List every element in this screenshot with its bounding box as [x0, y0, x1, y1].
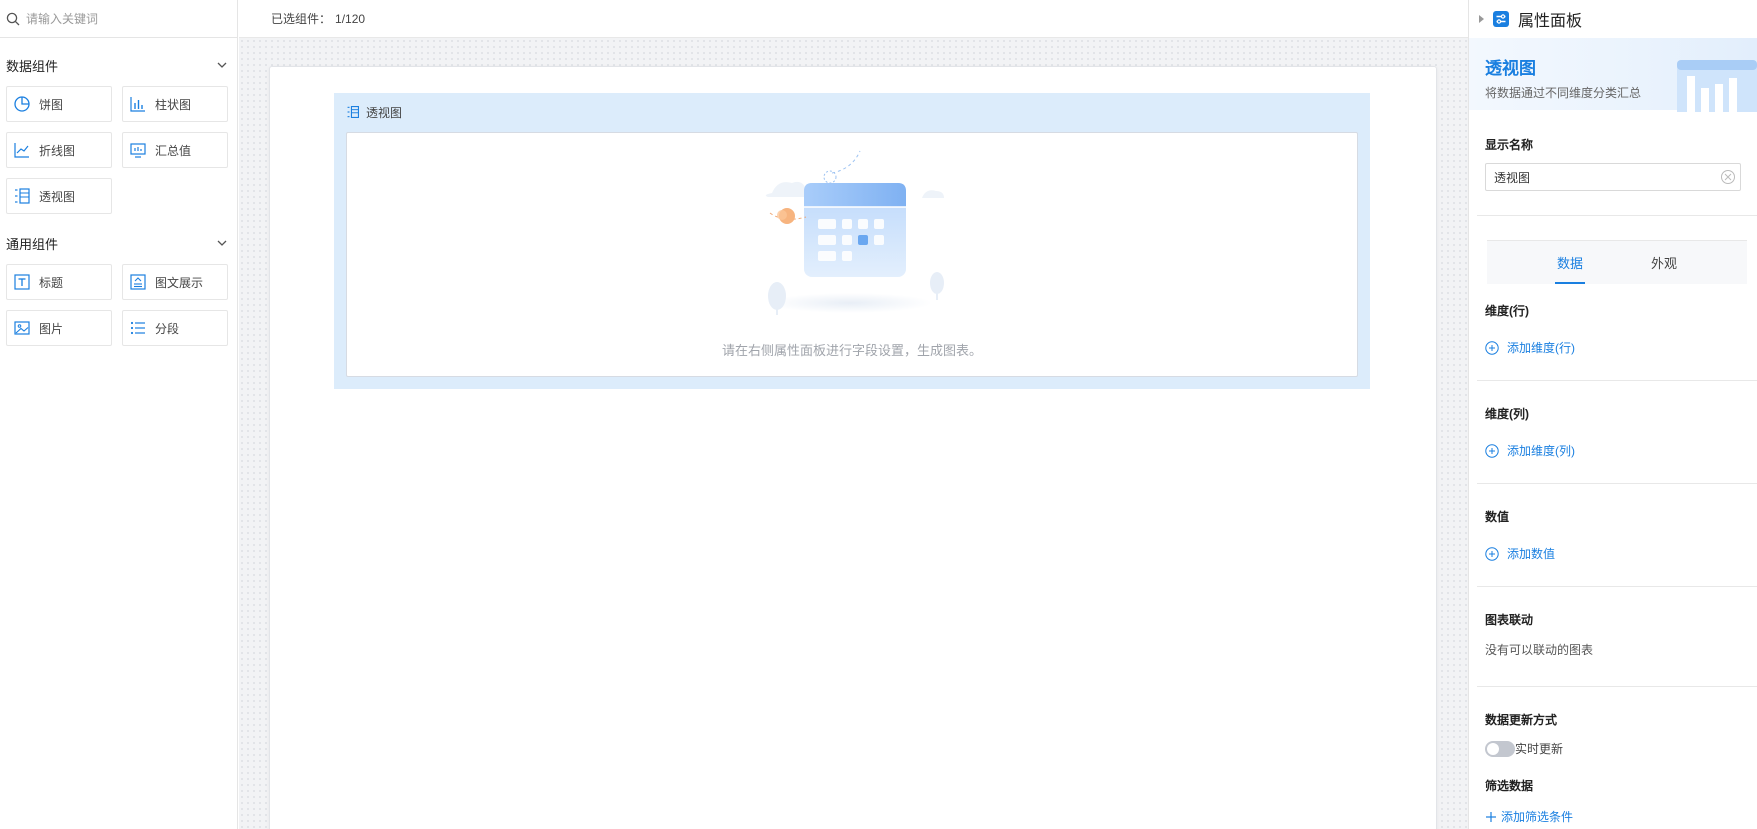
realtime-update-label: 实时更新 [1515, 742, 1564, 756]
widget-title: 透视图 [366, 105, 403, 120]
add-circle-icon [1485, 443, 1499, 458]
component-title[interactable]: 标题 [6, 264, 112, 300]
component-segment[interactable]: 分段 [122, 310, 228, 346]
update-mode-section: 数据更新方式 实时更新 [1469, 711, 1757, 757]
component-pivot[interactable]: 透视图 [6, 178, 112, 214]
title-icon [14, 274, 30, 290]
component-label: 柱状图 [155, 97, 192, 112]
group-title: 数据组件 [6, 58, 59, 74]
add-dim-col-label: 添加维度(列) [1507, 444, 1575, 458]
component-line-chart[interactable]: 折线图 [6, 132, 112, 168]
dim-row-label: 维度(行) [1485, 304, 1529, 318]
widget-empty-state: 请在右侧属性面板进行字段设置，生成图表。 [346, 132, 1358, 377]
property-panel: 属性面板 透视图 将数据通过不同维度分类汇总 显示名称 数据 外观 维度(行) … [1468, 0, 1757, 829]
chart-link-text: 没有可以联动的图表 [1485, 643, 1594, 657]
component-label: 汇总值 [155, 143, 192, 158]
component-label: 图片 [39, 321, 64, 336]
chart-link-label: 图表联动 [1485, 613, 1534, 627]
group-title: 通用组件 [6, 236, 59, 252]
panel-header[interactable]: 属性面板 [1469, 0, 1757, 38]
canvas-background: 透视图 请在右侧属性面板进行字段设置，生成图表。 [239, 38, 1468, 829]
divider [1477, 215, 1757, 216]
add-value-label: 添加数值 [1507, 547, 1556, 561]
divider [1477, 586, 1757, 587]
chevron-down-icon [217, 240, 227, 246]
component-label: 分段 [155, 321, 180, 336]
image-text-icon [130, 274, 146, 290]
realtime-update-toggle[interactable] [1485, 740, 1515, 757]
search-icon [6, 12, 20, 25]
divider [1477, 380, 1757, 381]
panel-title: 属性面板 [1518, 13, 1583, 30]
dim-col-section: 维度(列) 添加维度(列) [1469, 405, 1757, 459]
chevron-down-icon [217, 62, 227, 68]
add-dim-row-label: 添加维度(行) [1507, 341, 1575, 355]
component-sidebar: 数据组件 饼图 柱状图 折线图 汇总值 透视图 通用组件 标题 [0, 0, 238, 829]
search-bar [0, 0, 237, 38]
pivot-widget[interactable]: 透视图 请在右侧属性面板进行字段设置，生成图表。 [334, 93, 1370, 389]
component-summary[interactable]: 汇总值 [122, 132, 228, 168]
add-dim-row-button[interactable]: 添加维度(行) [1485, 339, 1741, 356]
component-bar-chart[interactable]: 柱状图 [122, 86, 228, 122]
bar-chart-icon [130, 97, 145, 112]
report-page[interactable]: 透视图 请在右侧属性面板进行字段设置，生成图表。 [269, 66, 1437, 829]
plus-icon [1486, 811, 1496, 822]
tab-data[interactable]: 数据 [1554, 241, 1586, 284]
empty-chart-illustration-icon [765, 150, 944, 315]
add-circle-icon [1485, 340, 1499, 355]
selected-components-count: 1/120 [335, 11, 366, 26]
empty-state-text: 请在右侧属性面板进行字段设置，生成图表。 [721, 343, 982, 358]
add-value-button[interactable]: 添加数值 [1485, 545, 1741, 562]
add-circle-icon [1485, 546, 1499, 561]
component-pie-chart[interactable]: 饼图 [6, 86, 112, 122]
divider [1477, 483, 1757, 484]
display-name-input[interactable] [1494, 170, 1714, 184]
image-icon [14, 321, 30, 335]
settings-panel-icon [1493, 11, 1509, 27]
divider [1477, 686, 1757, 687]
filter-section: 筛选数据 添加筛选条件 [1469, 777, 1757, 825]
add-dim-col-button[interactable]: 添加维度(列) [1485, 442, 1741, 459]
search-input[interactable] [26, 11, 226, 26]
display-name-field[interactable] [1485, 163, 1741, 191]
chart-link-section: 图表联动 没有可以联动的图表 [1469, 611, 1757, 658]
component-info-banner: 透视图 将数据通过不同维度分类汇总 [1469, 38, 1757, 112]
realtime-update-row: 实时更新 [1485, 740, 1741, 757]
collapse-caret-icon[interactable] [1479, 15, 1484, 23]
pivot-icon [15, 188, 30, 204]
add-filter-button[interactable]: 添加筛选条件 [1485, 808, 1741, 825]
component-label: 透视图 [39, 189, 76, 204]
update-mode-label: 数据更新方式 [1485, 713, 1558, 727]
tab-appearance[interactable]: 外观 [1649, 241, 1679, 284]
component-label: 标题 [39, 275, 64, 290]
pivot-illustration-icon [1677, 60, 1757, 112]
canvas-area: 已选组件： 1/120 透视图 请在右侧属性面板进行字段设置，生成图表。 [239, 0, 1468, 829]
component-label: 图文展示 [155, 275, 204, 290]
filter-label: 筛选数据 [1485, 779, 1534, 793]
value-section: 数值 添加数值 [1469, 508, 1757, 562]
component-image-text[interactable]: 图文展示 [122, 264, 228, 300]
selected-components-label: 已选组件： [271, 12, 332, 26]
value-label: 数值 [1485, 510, 1510, 524]
display-name-section: 显示名称 [1469, 136, 1757, 191]
component-image[interactable]: 图片 [6, 310, 112, 346]
pivot-icon [347, 106, 359, 118]
display-name-label: 显示名称 [1485, 138, 1534, 152]
dim-row-section: 维度(行) 添加维度(行) [1469, 302, 1757, 356]
pie-chart-icon [14, 96, 30, 112]
widget-header: 透视图 [334, 93, 1370, 131]
summary-icon [130, 143, 146, 158]
group-header-data-components[interactable]: 数据组件 [0, 54, 237, 76]
dim-col-label: 维度(列) [1485, 407, 1529, 421]
group-header-common-components[interactable]: 通用组件 [0, 232, 237, 254]
panel-tabs: 数据 外观 [1487, 240, 1747, 284]
canvas-topbar: 已选组件： 1/120 [239, 0, 1468, 38]
component-label: 折线图 [39, 143, 76, 158]
line-chart-icon [14, 143, 29, 158]
list-icon [130, 321, 145, 335]
add-filter-label: 添加筛选条件 [1501, 810, 1574, 824]
clear-icon[interactable] [1720, 169, 1736, 185]
component-label: 饼图 [39, 97, 64, 112]
